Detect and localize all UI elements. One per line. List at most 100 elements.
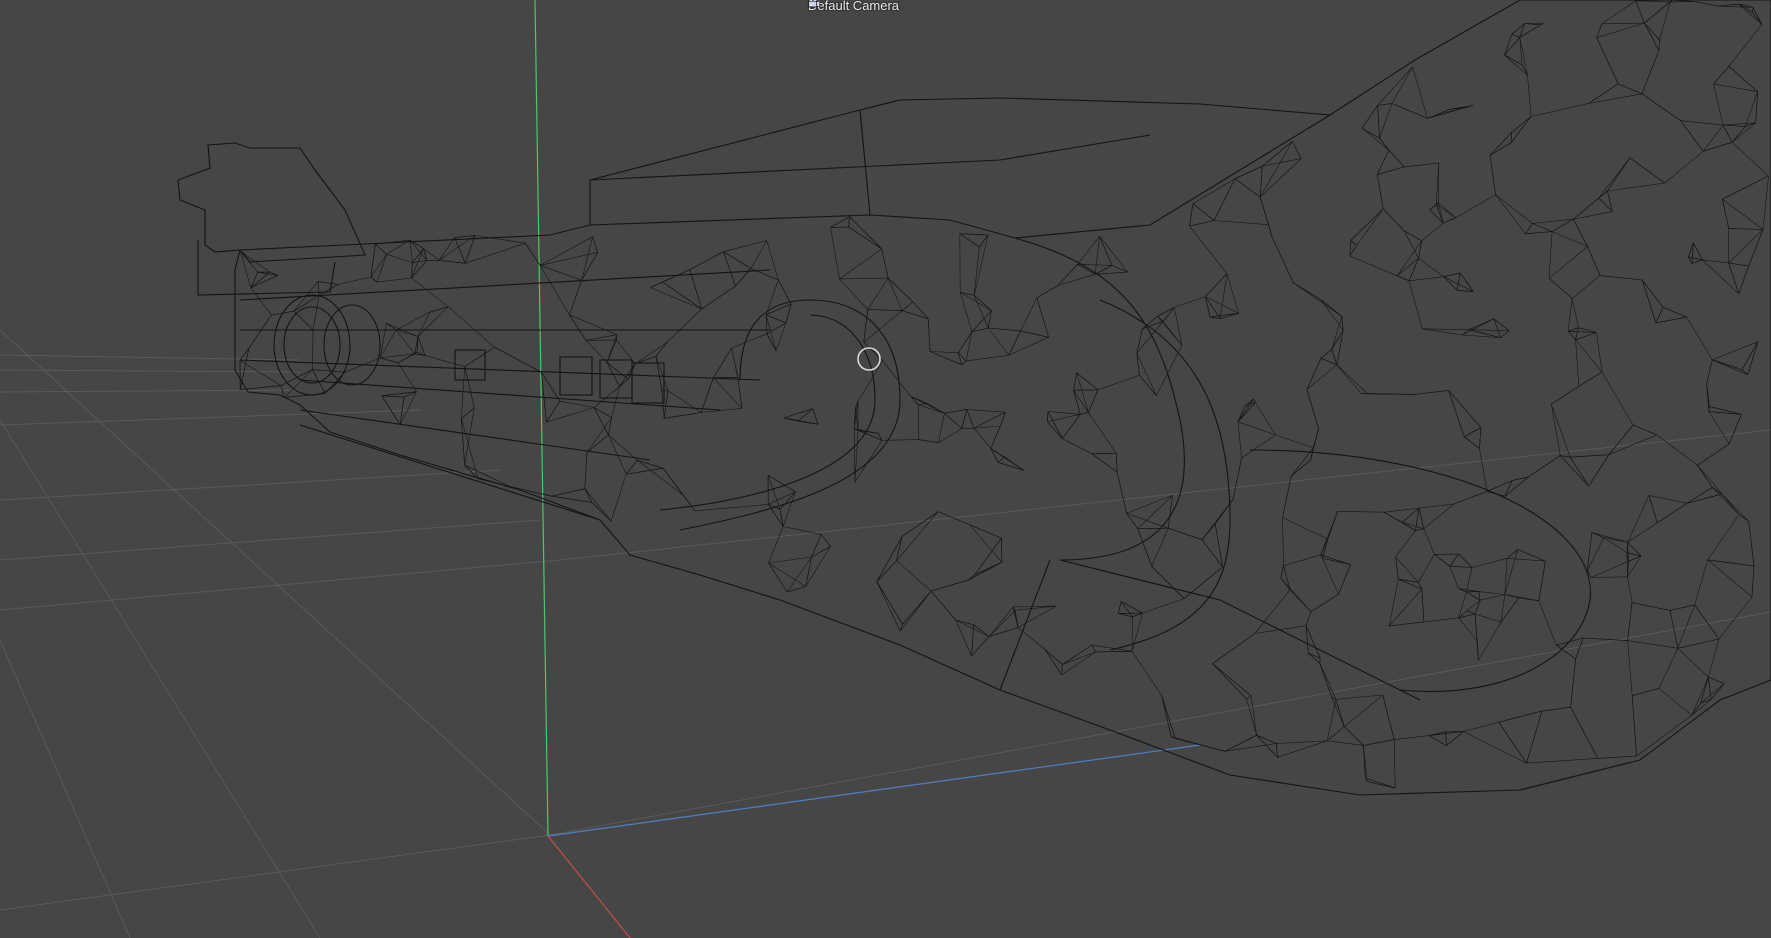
- mesh-edge: [1723, 124, 1746, 127]
- mesh-edge: [965, 354, 1009, 362]
- mesh-edge: [1449, 566, 1459, 589]
- mesh-edge: [409, 240, 413, 263]
- mesh-edge: [929, 351, 962, 365]
- mesh-edge: [1283, 565, 1291, 590]
- mesh-edge: [1762, 175, 1769, 230]
- mesh-outline: [234, 0, 1771, 796]
- mesh-edge: [1161, 695, 1176, 739]
- mesh-edge: [1409, 276, 1444, 282]
- mesh-edge: [1421, 222, 1444, 242]
- mesh-edge: [1456, 272, 1461, 291]
- mesh-edge: [1282, 517, 1328, 540]
- camera-label[interactable]: Default Camera: [808, 0, 899, 14]
- mesh-edge: [664, 412, 702, 419]
- mesh-edge: [1575, 637, 1584, 659]
- mesh-edge: [1393, 739, 1396, 788]
- x-axis-line: [547, 835, 631, 938]
- mesh-edge: [569, 279, 582, 315]
- mesh-edge: [723, 251, 736, 287]
- mesh-edge: [1596, 37, 1619, 85]
- mesh-edge: [1706, 359, 1713, 385]
- mesh-edge: [546, 401, 561, 423]
- mesh-edge: [650, 287, 702, 310]
- mesh-edge: [1246, 699, 1257, 736]
- mesh-edge: [1131, 651, 1162, 696]
- mesh-edge: [971, 636, 990, 657]
- mesh-edge: [1201, 499, 1234, 540]
- mesh-edge: [731, 333, 768, 349]
- mesh-front-sight: [177, 142, 366, 263]
- mesh-edge: [1608, 434, 1657, 455]
- mesh-edge: [1210, 312, 1239, 318]
- mesh-edge: [1662, 306, 1687, 318]
- mesh-edge: [1306, 358, 1322, 390]
- mesh-edge: [454, 237, 466, 264]
- mesh-edge: [1707, 559, 1755, 567]
- mesh-edge: [839, 248, 882, 280]
- mesh-edge: [1363, 739, 1395, 746]
- mesh-edge: [1525, 231, 1553, 235]
- mesh-edge: [1489, 142, 1512, 156]
- mesh-edge: [1412, 66, 1428, 119]
- mesh-edge: [1627, 542, 1642, 557]
- mesh-edge: [250, 272, 259, 288]
- mesh-edge: [1658, 39, 1660, 51]
- mesh-edge: [876, 536, 903, 582]
- mesh-edge: [1694, 1, 1719, 7]
- mesh-edge: [1686, 493, 1723, 504]
- mesh-edge: [250, 275, 279, 289]
- mesh-edge: [1306, 364, 1337, 390]
- mesh-edge: [637, 459, 684, 496]
- mesh-edge: [1511, 116, 1532, 133]
- mesh-edge: [910, 396, 945, 414]
- mesh-edge: [1356, 208, 1384, 246]
- mesh-edge: [1601, 371, 1634, 426]
- mesh-edge: [1361, 127, 1390, 151]
- mesh-edge: [1349, 240, 1352, 257]
- mesh-edge: [1702, 124, 1724, 152]
- mesh-edge: [1752, 7, 1763, 25]
- mesh-edge: [585, 334, 617, 341]
- mesh-edge: [1713, 83, 1724, 126]
- mesh-edge: [1161, 695, 1172, 737]
- mesh-edge: [1394, 735, 1429, 740]
- mesh-edge: [541, 372, 561, 402]
- mesh-edge: [1697, 465, 1723, 495]
- mesh-edge: [1365, 777, 1396, 789]
- mesh-edge: [1635, 0, 1645, 24]
- mesh-edge: [1142, 598, 1185, 614]
- mesh-edge: [461, 407, 475, 419]
- mesh-edge: [655, 342, 668, 357]
- mesh-edge: [464, 235, 476, 264]
- mesh-edge: [1752, 12, 1763, 25]
- mesh-edge: [918, 404, 945, 414]
- mesh-edge: [1214, 220, 1269, 225]
- mesh-edge: [1707, 514, 1740, 561]
- viewport-scene[interactable]: [0, 0, 1771, 938]
- mesh-edge: [1308, 653, 1321, 664]
- mesh-edge: [381, 395, 401, 425]
- mesh-edge: [1588, 454, 1610, 487]
- mesh-edge: [767, 475, 781, 510]
- mesh-edge: [381, 395, 405, 398]
- mesh-edge: [768, 562, 788, 593]
- mesh-edge: [1377, 105, 1380, 139]
- mesh-edge: [1559, 455, 1589, 487]
- mesh-edge: [812, 408, 819, 425]
- mesh-edge: [1627, 602, 1633, 641]
- mesh-edge: [312, 369, 345, 373]
- mesh-edge: [723, 251, 751, 269]
- mesh-edge: [1377, 103, 1392, 106]
- mesh-edge: [1677, 648, 1709, 678]
- mesh-edge: [854, 430, 859, 483]
- mesh-edge: [1234, 165, 1263, 179]
- mesh-edge: [1590, 576, 1628, 578]
- mesh-edge: [1237, 421, 1276, 436]
- wireframe-mesh[interactable]: [177, 0, 1771, 796]
- mesh-edge: [1418, 554, 1435, 583]
- mesh-edge: [606, 339, 617, 363]
- 3d-viewport[interactable]: Default Camera: [0, 0, 1771, 938]
- mesh-edge: [1094, 236, 1100, 275]
- mesh-edge: [1214, 523, 1223, 567]
- mesh-edge: [376, 277, 412, 283]
